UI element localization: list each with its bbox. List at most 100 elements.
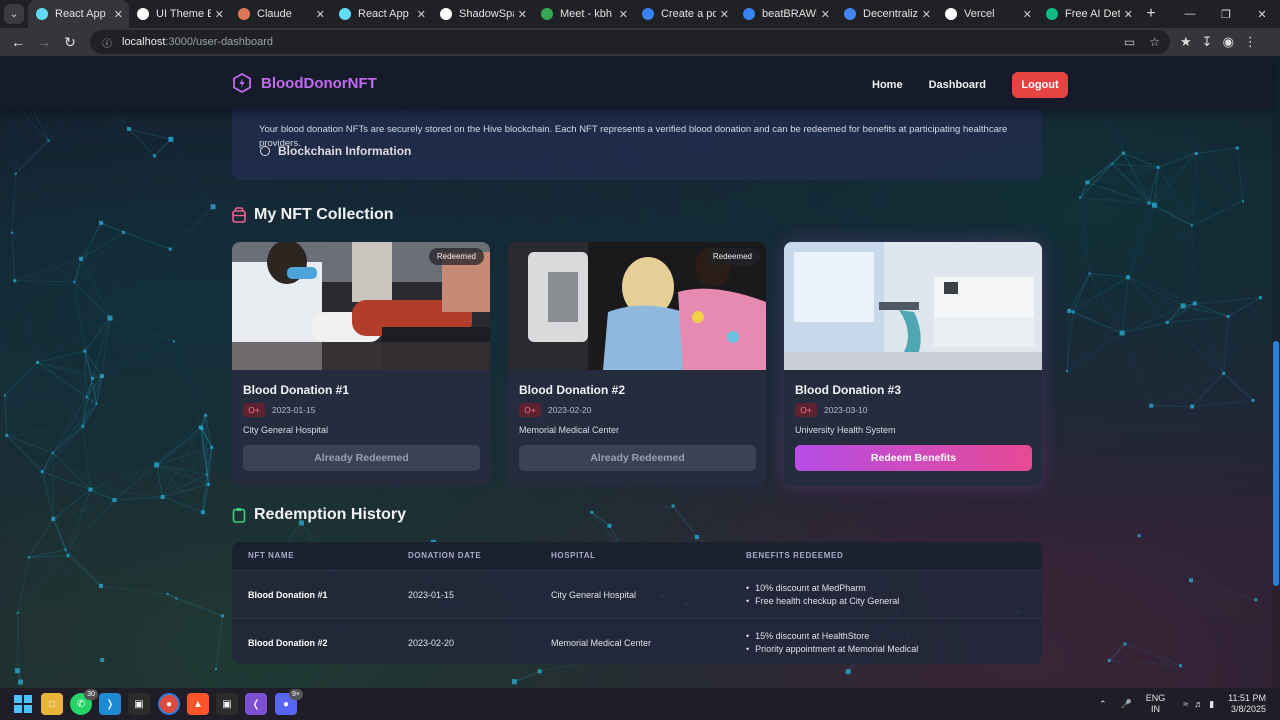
- brave-icon[interactable]: ▲: [187, 693, 209, 715]
- brand-name: BloodDonorNFT: [261, 74, 377, 92]
- redemption-table: NFT NAME DONATION DATE HOSPITAL BENEFITS…: [232, 542, 1042, 664]
- nft-name-cell: Blood Donation #1: [248, 590, 328, 600]
- tab-close-icon[interactable]: ✕: [215, 8, 224, 21]
- nft-card: Redeemed Blood Donation #2 O+ 2023-02-20…: [508, 242, 766, 486]
- restore-button[interactable]: ❐: [1208, 0, 1244, 28]
- profile-avatar[interactable]: ◉: [1223, 34, 1234, 50]
- file-explorer-icon[interactable]: □: [41, 693, 63, 715]
- vscode-icon[interactable]: ❭: [99, 693, 121, 715]
- battery-icon[interactable]: ▮: [1209, 699, 1214, 710]
- visual-studio-icon[interactable]: ❬: [245, 693, 267, 715]
- bookmark-star-icon[interactable]: ☆: [1149, 35, 1160, 49]
- network-node: [51, 451, 54, 454]
- wifi-icon[interactable]: ≈: [1183, 699, 1188, 709]
- brand[interactable]: BloodDonorNFT: [232, 73, 377, 93]
- network-line: [17, 555, 69, 614]
- network-node: [1126, 275, 1131, 280]
- forward-button[interactable]: →: [32, 30, 56, 54]
- network-node: [5, 433, 9, 437]
- nft-meta: O+ 2023-03-10: [795, 403, 867, 417]
- app-icon[interactable]: ▣: [216, 693, 238, 715]
- new-tab-button[interactable]: +: [1139, 5, 1163, 23]
- clipboard-icon: [232, 508, 246, 523]
- nft-title: Blood Donation #1: [243, 383, 349, 397]
- back-button[interactable]: ←: [6, 30, 30, 54]
- browser-tab[interactable]: Free AI Detect ✕: [1038, 0, 1139, 28]
- info-text: Your blood donation NFTs are securely st…: [259, 124, 1008, 149]
- column-header: DONATION DATE: [408, 551, 482, 560]
- tab-favicon-icon: [844, 8, 856, 20]
- clock[interactable]: 11:51 PM 3/8/2025: [1228, 693, 1266, 715]
- browser-tab[interactable]: Claude ✕: [230, 0, 331, 28]
- windows-start-icon[interactable]: [12, 693, 34, 715]
- tab-close-icon[interactable]: ✕: [821, 8, 830, 21]
- redeem-benefits-button[interactable]: Redeem Benefits: [795, 445, 1032, 471]
- already-redeemed-button[interactable]: Already Redeemed: [243, 445, 480, 471]
- discord-icon[interactable]: ● 9+: [275, 689, 303, 715]
- browser-tab[interactable]: Create a post ✕: [634, 0, 735, 28]
- terminal-icon[interactable]: ▣: [128, 693, 150, 715]
- donation-date: 2023-01-15: [272, 405, 316, 415]
- network-line: [162, 484, 209, 498]
- browser-tab[interactable]: Vercel ✕: [937, 0, 1038, 28]
- tab-close-icon[interactable]: ✕: [1124, 8, 1133, 21]
- browser-tab[interactable]: Meet - kbh ✕: [533, 0, 634, 28]
- network-line: [67, 499, 115, 556]
- tab-close-icon[interactable]: ✕: [316, 8, 325, 21]
- close-window-button[interactable]: ✕: [1244, 0, 1280, 28]
- tab-title: Vercel: [964, 8, 995, 20]
- network-line: [80, 222, 102, 260]
- browser-tab[interactable]: ShadowSpark2 ✕: [432, 0, 533, 28]
- language-indicator[interactable]: ENG IN: [1146, 693, 1166, 715]
- tab-close-icon[interactable]: ✕: [518, 8, 527, 21]
- hospital-name: City General Hospital: [243, 425, 329, 435]
- network-line: [1236, 147, 1244, 202]
- tab-title: Meet - kbh: [560, 8, 612, 20]
- tab-title: React App: [358, 8, 409, 20]
- tab-search-button[interactable]: ⌄: [4, 4, 24, 24]
- network-line: [1089, 273, 1129, 278]
- site-info-icon[interactable]: ⓘ: [100, 35, 114, 50]
- page-scrollbar[interactable]: [1272, 56, 1280, 688]
- minimize-button[interactable]: —: [1172, 0, 1208, 28]
- browser-menu-icon[interactable]: ⋮: [1244, 34, 1257, 50]
- browser-tab[interactable]: React App ✕: [331, 0, 432, 28]
- microphone-icon[interactable]: 🎤: [1121, 699, 1132, 710]
- browser-tab[interactable]: Decentralized ✕: [836, 0, 937, 28]
- network-node: [40, 470, 44, 474]
- chrome-icon[interactable]: ●: [158, 693, 180, 715]
- network-node: [1242, 200, 1245, 203]
- scrollbar-thumb[interactable]: [1273, 341, 1279, 586]
- tab-close-icon[interactable]: ✕: [1023, 8, 1032, 21]
- nav-home-link[interactable]: Home: [872, 79, 903, 91]
- nav-dashboard-link[interactable]: Dashboard: [929, 79, 986, 91]
- address-bar[interactable]: ⓘ localhost :3000/user-dashboard ▭ ☆: [90, 30, 1170, 54]
- tray-overflow-icon[interactable]: ⌃: [1099, 699, 1107, 710]
- network-line: [1191, 373, 1224, 407]
- reload-button[interactable]: ↻: [58, 30, 82, 54]
- tab-close-icon[interactable]: ✕: [720, 8, 729, 21]
- tab-close-icon[interactable]: ✕: [417, 8, 426, 21]
- whatsapp-icon[interactable]: ✆ 30: [70, 689, 98, 715]
- browser-tab[interactable]: UI Theme Enha ✕: [129, 0, 230, 28]
- volume-icon[interactable]: ♬: [1194, 699, 1203, 709]
- tab-title: ShadowSpark2: [459, 8, 514, 20]
- network-node: [845, 669, 851, 675]
- tab-favicon-icon: [36, 8, 48, 20]
- download-icon[interactable]: ↧: [1202, 34, 1213, 50]
- tab-close-icon[interactable]: ✕: [619, 8, 628, 21]
- logout-button[interactable]: Logout: [1012, 72, 1069, 98]
- already-redeemed-button[interactable]: Already Redeemed: [519, 445, 756, 471]
- browser-tab[interactable]: React App ✕: [28, 0, 129, 28]
- network-node: [100, 658, 105, 663]
- extensions-icon[interactable]: ★: [1180, 34, 1192, 50]
- network-line: [6, 435, 43, 472]
- tab-close-icon[interactable]: ✕: [114, 8, 123, 21]
- browser-tab[interactable]: beatBRAWL - A ✕: [735, 0, 836, 28]
- tab-close-icon[interactable]: ✕: [922, 8, 931, 21]
- network-line: [1166, 322, 1193, 407]
- network-node: [51, 516, 56, 521]
- network-line: [609, 525, 697, 538]
- network-node: [99, 220, 104, 225]
- cast-icon[interactable]: ▭: [1124, 35, 1135, 49]
